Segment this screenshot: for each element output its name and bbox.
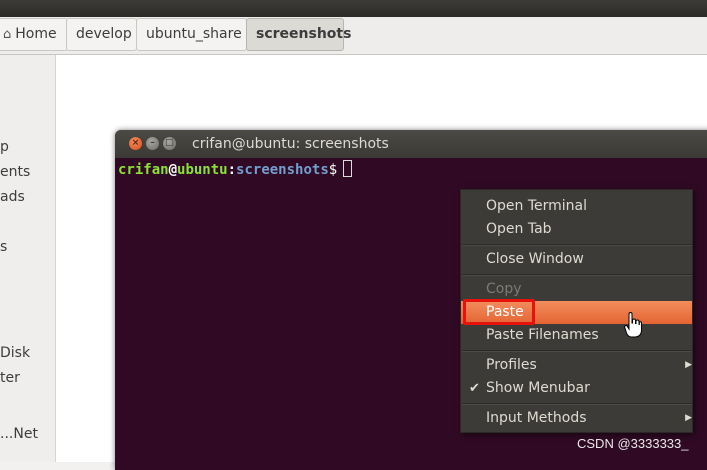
sidebar-item-downloads[interactable]: ads [0,189,56,205]
terminal-title: crifan@ubuntu: screenshots [192,136,389,152]
prompt-dollar: $ [328,162,338,178]
sidebar-item-label: ents [0,164,31,180]
menu-item-label: Open Tab [486,221,552,237]
menu-item-label: Profiles [486,357,537,373]
menu-separator [462,403,691,405]
text-cursor [343,160,353,177]
sidebar-item-label: s [0,239,8,255]
menu-item-show-menubar[interactable]: ✔ Show Menubar [461,377,692,400]
home-icon: ⌂ [3,27,12,42]
menu-item-label: Paste Filenames [486,327,599,343]
prompt-at: @ [168,162,178,178]
sidebar-item-disk[interactable]: Disk [0,345,56,361]
maximize-icon[interactable]: □ [163,137,176,150]
sidebar-item-documents[interactable]: ents [0,164,56,180]
checkmark-icon: ✔ [469,381,480,396]
menu-item-label: Input Methods [486,410,587,426]
menu-item-label: Open Terminal [486,198,588,214]
triangle-right-icon: ▶ [685,413,692,423]
sidebar-item-label: p [0,139,9,155]
crumb-ubuntu-share[interactable]: ubuntu_share [136,18,247,51]
sidebar-item-network[interactable]: Net... [0,426,56,442]
menu-item-label: Close Window [486,251,584,267]
watermark: CSDN @3333333_ [577,436,689,451]
hand-pointer-icon [624,312,642,338]
menu-item-open-tab[interactable]: Open Tab [461,218,692,241]
sidebar-item-videos[interactable]: s [0,239,56,255]
top-panel [0,0,707,17]
crumb-home[interactable]: ⌂ Home [0,18,68,51]
prompt-host: ubuntu [177,162,228,178]
terminal-titlebar[interactable]: × – □ crifan@ubuntu: screenshots [115,130,707,158]
crumb-screenshots-label: screenshots [256,26,352,42]
menu-item-open-terminal[interactable]: Open Terminal [461,195,692,218]
crumb-home-label: Home [15,26,57,42]
sidebar-item-label: Disk [0,345,31,361]
sidebar-item-label: Net... [0,426,38,442]
menu-item-label: Show Menubar [486,380,590,396]
terminal-prompt[interactable]: crifan@ubuntu:screenshots$ [118,160,353,180]
menu-separator [462,350,691,352]
minimize-icon[interactable]: – [146,137,159,150]
menu-separator [462,244,691,246]
prompt-user: crifan [118,162,169,178]
crumb-ubuntu-share-label: ubuntu_share [146,26,242,42]
breadcrumb: ⌂ Home develop ubuntu_share screenshots [0,17,707,55]
crumb-screenshots[interactable]: screenshots [246,18,351,51]
menu-item-profiles[interactable]: Profiles ▶ [461,354,692,377]
menu-item-label: Copy [486,281,522,297]
triangle-right-icon: ▶ [685,360,692,370]
sidebar-item-computer[interactable]: ter [0,370,56,386]
prompt-colon: : [227,162,237,178]
prompt-path: screenshots [236,162,329,178]
menu-separator [462,274,691,276]
crumb-develop[interactable]: develop [66,18,137,51]
menu-item-paste-filenames[interactable]: Paste Filenames [461,324,692,347]
places-sidebar: p ents ads s Disk ter Net... [0,55,56,462]
close-icon[interactable]: × [129,137,142,150]
sidebar-item-label: ter [0,370,20,386]
menu-item-copy: Copy [461,278,692,301]
menu-item-input-methods[interactable]: Input Methods ▶ [461,407,692,430]
crumb-develop-label: develop [76,26,132,42]
sidebar-item-label: ads [0,189,25,205]
annotation-highlight-box [463,299,535,325]
sidebar-item-desktop[interactable]: p [0,139,56,155]
menu-item-close-window[interactable]: Close Window [461,248,692,271]
